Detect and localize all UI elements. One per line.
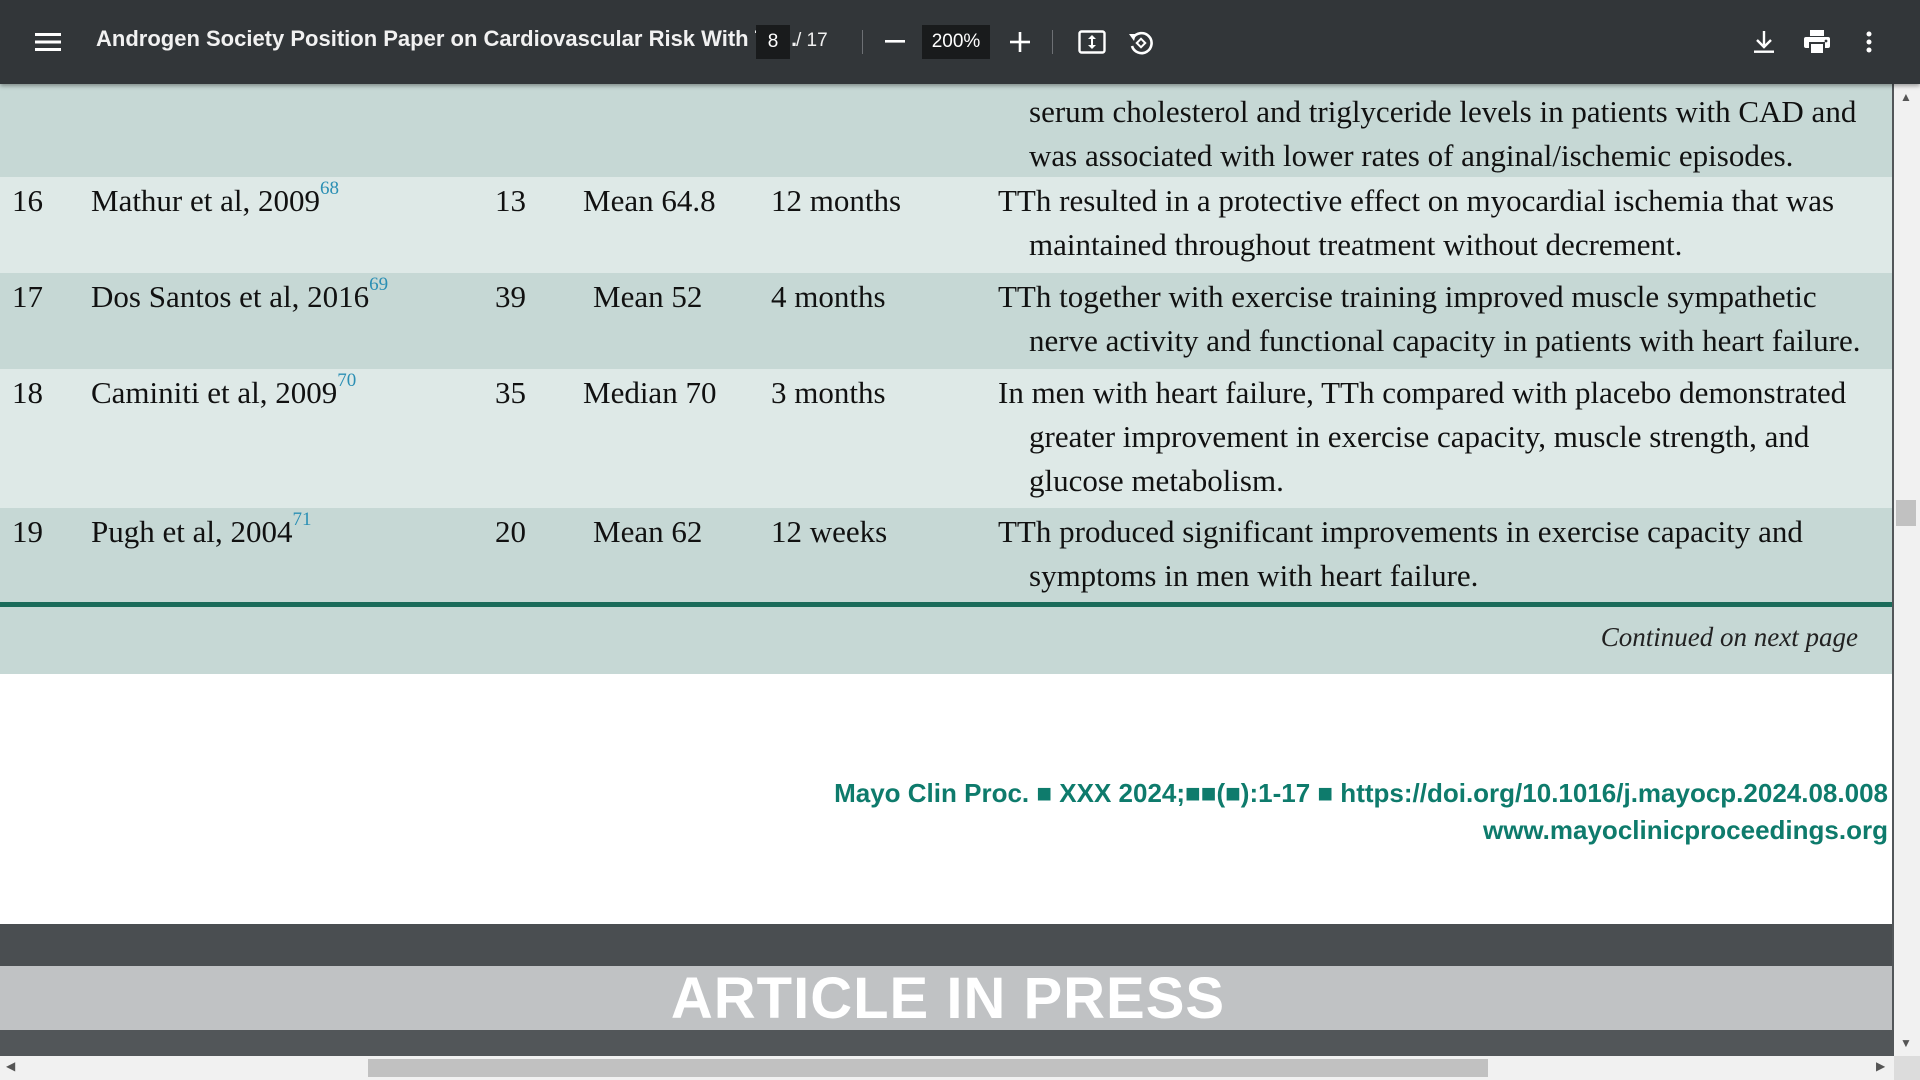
- scroll-left-arrow-icon[interactable]: ◀: [6, 1059, 15, 1073]
- description-line: serum cholesterol and triglyceride level…: [1029, 94, 1857, 129]
- vertical-scrollbar[interactable]: [1894, 84, 1920, 1056]
- next-page-banner: ARTICLE IN PRESS: [0, 965, 1892, 1031]
- row-number: 18: [12, 375, 43, 410]
- download-button[interactable]: [1746, 24, 1782, 60]
- reference-link[interactable]: 68: [320, 178, 339, 199]
- pdf-toolbar: Androgen Society Position Paper on Cardi…: [0, 0, 1920, 84]
- journal-website[interactable]: www.mayoclinicproceedings.org: [1483, 815, 1888, 846]
- scroll-down-arrow-icon[interactable]: ▼: [1900, 1036, 1912, 1050]
- rotate-button[interactable]: [1122, 24, 1160, 62]
- pdf-viewport[interactable]: serum cholesterol and triglyceride level…: [0, 84, 1892, 1050]
- description-line: symptoms in men with heart failure.: [1029, 558, 1479, 593]
- study-cell: Mathur et al, 200968: [91, 178, 339, 223]
- article-in-press-text: ARTICLE IN PRESS: [670, 965, 1226, 1031]
- table-row: 16 Mathur et al, 200968 13 Mean 64.8 12 …: [0, 177, 1892, 273]
- menu-button[interactable]: [30, 22, 66, 62]
- download-icon: [1754, 31, 1774, 53]
- pdf-page: serum cholesterol and triglyceride level…: [0, 84, 1892, 924]
- table-row-partial: serum cholesterol and triglyceride level…: [0, 84, 1892, 177]
- study-name: Caminiti et al, 2009: [91, 375, 338, 410]
- description-cell: serum cholesterol and triglyceride level…: [998, 90, 1868, 178]
- table-row: 18 Caminiti et al, 200970 35 Median 70 3…: [0, 369, 1892, 508]
- toolbar-divider: [862, 30, 863, 54]
- age-cell: Median 70: [583, 375, 717, 410]
- reference-link[interactable]: 69: [369, 274, 388, 295]
- study-cell: Dos Santos et al, 201669: [91, 274, 388, 319]
- more-vert-icon: [1866, 31, 1872, 53]
- description-cell: TTh resulted in a protective effect on m…: [998, 179, 1868, 267]
- duration-cell: 3 months: [771, 375, 886, 410]
- age-cell: Mean 52: [593, 279, 703, 314]
- table-row: 19 Pugh et al, 200471 20 Mean 62 12 week…: [0, 508, 1892, 602]
- horizontal-scroll-thumb[interactable]: [368, 1059, 1488, 1077]
- row-number: 17: [12, 279, 43, 314]
- reference-link[interactable]: 70: [337, 370, 356, 391]
- description-line: TTh produced significant improvements in…: [998, 514, 1803, 549]
- print-button[interactable]: [1798, 24, 1836, 60]
- duration-cell: 12 months: [771, 183, 902, 218]
- description-line: greater improvement in exercise capacity…: [1029, 419, 1810, 454]
- menu-icon: [35, 33, 61, 51]
- description-line: was associated with lower rates of angin…: [1029, 138, 1794, 173]
- n-cell: 39: [495, 279, 526, 314]
- row-number: 19: [12, 514, 43, 549]
- plus-icon: [1010, 32, 1030, 52]
- n-cell: 35: [495, 375, 526, 410]
- description-line: TTh resulted in a protective effect on m…: [998, 183, 1835, 218]
- study-name: Mathur et al, 2009: [91, 183, 321, 218]
- description-line: nerve activity and functional capacity i…: [1029, 323, 1861, 358]
- row-number: 16: [12, 183, 43, 218]
- fit-to-page-button[interactable]: [1074, 24, 1110, 60]
- toolbar-divider: [1052, 30, 1053, 54]
- reference-link[interactable]: 71: [293, 509, 312, 530]
- description-line: glucose metabolism.: [1029, 463, 1284, 498]
- more-actions-button[interactable]: [1854, 24, 1884, 60]
- description-cell: In men with heart failure, TTh compared …: [998, 371, 1868, 503]
- description-line: In men with heart failure, TTh compared …: [998, 375, 1847, 410]
- duration-cell: 12 weeks: [771, 514, 888, 549]
- duration-cell: 4 months: [771, 279, 886, 314]
- fit-page-icon: [1078, 30, 1106, 54]
- zoom-input[interactable]: [922, 25, 990, 59]
- document-title: Androgen Society Position Paper on Cardi…: [96, 26, 798, 51]
- n-cell: 13: [495, 183, 526, 218]
- study-cell: Caminiti et al, 200970: [91, 370, 356, 415]
- study-name: Dos Santos et al, 2016: [91, 279, 370, 314]
- age-cell: Mean 62: [593, 514, 703, 549]
- description-line: TTh together with exercise training impr…: [998, 279, 1817, 314]
- description-cell: TTh produced significant improvements in…: [998, 510, 1868, 598]
- description-line: maintained throughout treatment without …: [1029, 227, 1683, 262]
- study-name: Pugh et al, 2004: [91, 514, 293, 549]
- continued-note: Continued on next page: [1600, 622, 1858, 652]
- n-cell: 20: [495, 514, 526, 549]
- zoom-in-button[interactable]: [1002, 24, 1038, 60]
- page-gap: [0, 924, 1892, 966]
- scroll-up-arrow-icon[interactable]: ▲: [1900, 90, 1912, 104]
- journal-citation[interactable]: Mayo Clin Proc. ■ XXX 2024;■■(■):1-17 ■ …: [834, 778, 1888, 809]
- minus-icon: [885, 40, 905, 43]
- rotate-icon: [1129, 31, 1153, 55]
- page-number-input[interactable]: [756, 25, 790, 59]
- vertical-scroll-thumb[interactable]: [1896, 500, 1916, 526]
- page-total: / 17: [796, 30, 828, 51]
- scroll-right-arrow-icon[interactable]: ▶: [1876, 1059, 1885, 1073]
- study-cell: Pugh et al, 200471: [91, 509, 312, 554]
- description-cell: TTh together with exercise training impr…: [998, 275, 1868, 363]
- table-row: 17 Dos Santos et al, 201669 39 Mean 52 4…: [0, 273, 1892, 369]
- age-cell: Mean 64.8: [583, 183, 716, 218]
- print-icon: [1804, 30, 1830, 55]
- scrollbar-corner: [1894, 1056, 1920, 1080]
- zoom-out-button[interactable]: [878, 24, 912, 60]
